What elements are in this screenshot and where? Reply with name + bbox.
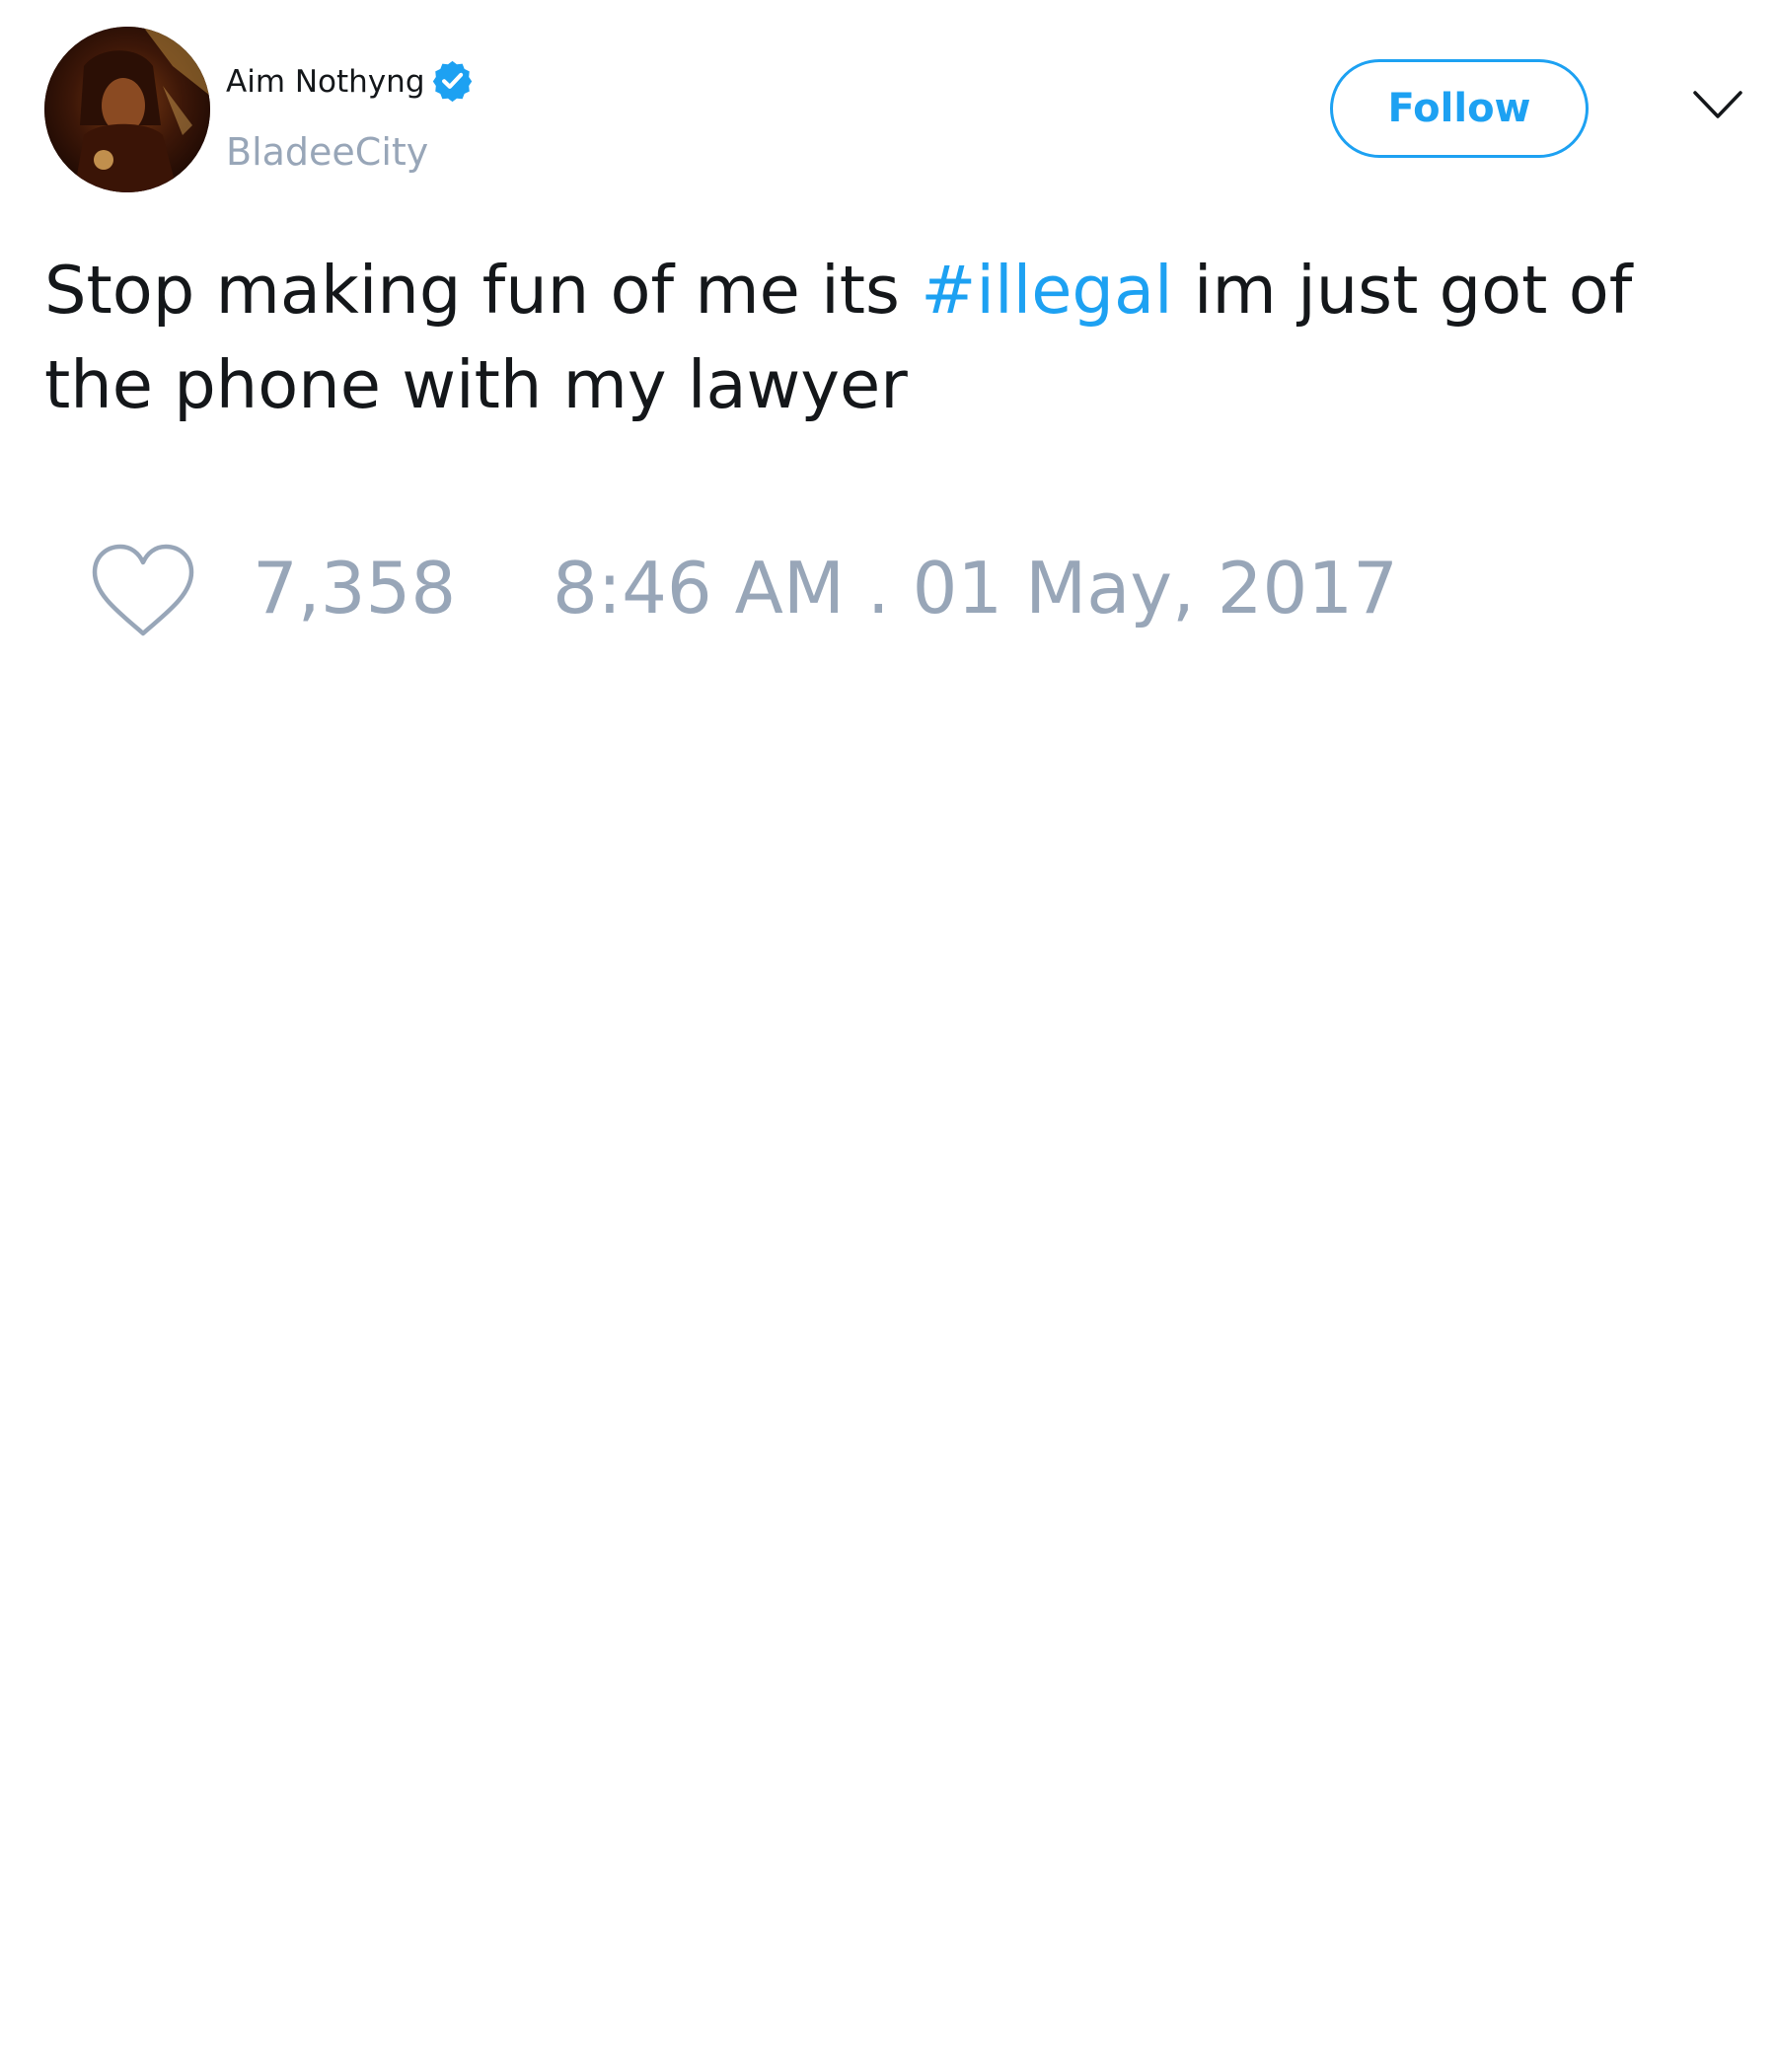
avatar[interactable] [44,27,210,192]
hashtag-link[interactable]: #illegal [921,252,1172,329]
display-name[interactable]: Aim Nothyng [226,62,425,102]
tweet-text-before: Stop making fun of me its [44,252,922,329]
chevron-down-icon[interactable] [1692,87,1743,122]
user-handle[interactable]: BladeeCity [226,129,428,175]
like-count: 7,358 [253,547,457,629]
tweet-text: Stop making fun of me its #illegal im ju… [44,243,1732,432]
verified-badge-icon [432,60,473,103]
avatar-image [44,27,210,192]
tweet-card: Aim Nothyng BladeeCity Follow Stop makin… [0,0,1776,2072]
tweet-timestamp[interactable]: 8:46 AM . 01 May, 2017 [553,545,1398,631]
heart-icon[interactable] [89,541,197,639]
follow-button[interactable]: Follow [1330,59,1589,158]
